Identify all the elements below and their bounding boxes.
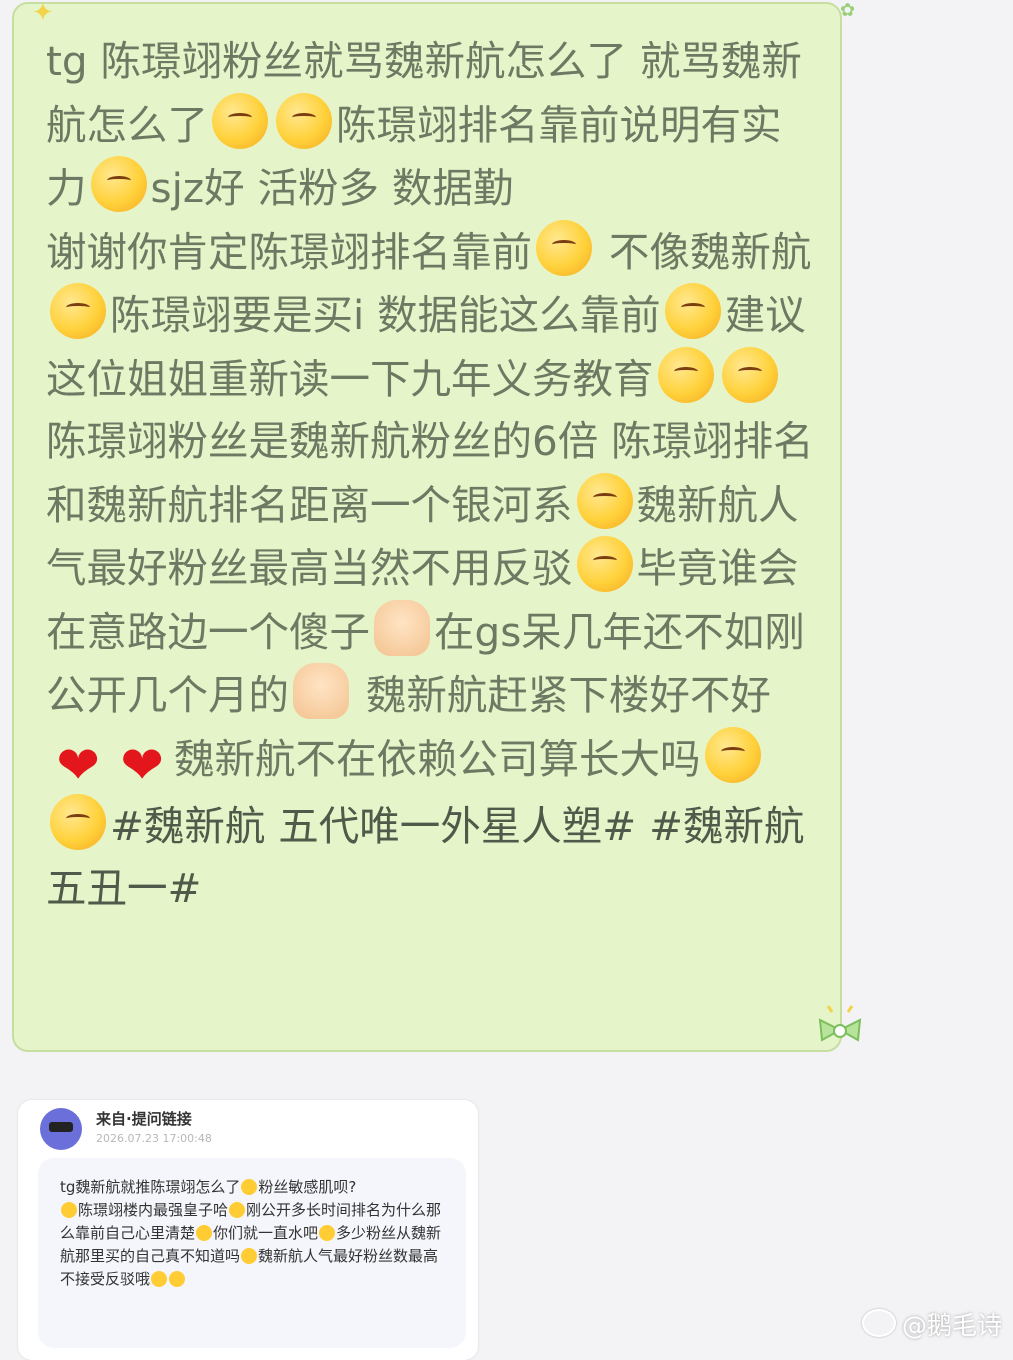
message-bubble: ✦ ✿ tg 陈璟翊粉丝就骂魏新航怎么了 就骂魏新航怎么了 陈璟翊排名靠前说明有实… [12, 0, 855, 1052]
pleading-emoji-icon [576, 536, 633, 592]
emoji-icon [241, 1179, 258, 1195]
weibo-logo-icon [862, 1309, 896, 1337]
upside-down-emoji-icon [90, 156, 147, 212]
emoji-icon [319, 1225, 336, 1241]
hashtag-text[interactable]: #魏新航 五代唯一外星人塑# #魏新航 五丑一# [46, 802, 805, 913]
message-segment: 魏新航赶紧下楼好不好 [353, 671, 771, 719]
emoji-icon [196, 1225, 213, 1241]
question-body: tg魏新航就推陈璟翊怎么了 粉丝敏感肌呗? 陈璟翊楼内最强皇子哈 刚公开多长时间排名… [38, 1158, 466, 1348]
kiss-emoji-icon [276, 92, 332, 149]
question-card[interactable]: 来自·提问链接 2026.07.23 17:00:48 tg魏新航就推陈璟翊怎么… [18, 1100, 478, 1360]
avatar [40, 1108, 82, 1150]
question-segment: 你们就一直水吧 [213, 1224, 319, 1242]
message-segment: sjz好 活粉多 数据勤 [150, 164, 514, 212]
message-segment: 魏新航不在依赖公司算长大吗 [174, 734, 701, 783]
finger-heart-icon [293, 663, 349, 719]
message-segment: 谢谢你肯定陈璟翊排名靠前 [46, 227, 532, 276]
kiss-emoji-icon [212, 92, 268, 149]
question-segment: 粉丝敏感肌呗? [258, 1178, 357, 1196]
message-text: tg 陈璟翊粉丝就骂魏新航怎么了 就骂魏新航怎么了 陈璟翊排名靠前说明有实力 sjz… [46, 30, 820, 920]
bow-icon [818, 1005, 862, 1042]
message-segment: 陈璟翊要是买ⅰ 数据能这么靠前 [110, 291, 661, 339]
sparkle-icon: ✦ [32, 0, 54, 28]
headband-emoji-icon [657, 346, 714, 403]
card-title: 来自·提问链接 [96, 1110, 192, 1128]
wink-emoji-icon [664, 283, 721, 339]
question-segment: 陈璟翊楼内最强皇子哈 [78, 1201, 229, 1219]
question-segment: tg魏新航就推陈璟翊怎么了 [60, 1178, 241, 1196]
excited-emoji-icon [50, 283, 106, 339]
red-heart-icon: ❤ [120, 735, 164, 796]
heart-eyes-emoji-icon [704, 726, 761, 783]
watermark-text: @鹅毛诗 [902, 1311, 1003, 1340]
message-segment: 不像魏新航 [596, 227, 812, 276]
kiss-emoji-icon [50, 793, 106, 850]
surprised-emoji-icon [576, 472, 633, 529]
star-icon: ✿ [840, 0, 856, 21]
watermark: @鹅毛诗 [862, 1306, 1002, 1342]
emoji-icon [241, 1248, 258, 1264]
card-timestamp: 2026.07.23 17:00:48 [96, 1132, 212, 1145]
emoji-icon [229, 1202, 246, 1218]
red-heart-icon: ❤ [56, 735, 100, 796]
question-text: tg魏新航就推陈璟翊怎么了 粉丝敏感肌呗? 陈璟翊楼内最强皇子哈 刚公开多长时间排名… [60, 1176, 450, 1291]
emoji-icon [169, 1271, 186, 1287]
headband-emoji-icon [721, 346, 778, 403]
emoji-icon [61, 1202, 77, 1218]
emoji-icon [151, 1271, 168, 1287]
blush-emoji-icon [536, 219, 592, 276]
pointing-hands-icon [374, 599, 430, 656]
